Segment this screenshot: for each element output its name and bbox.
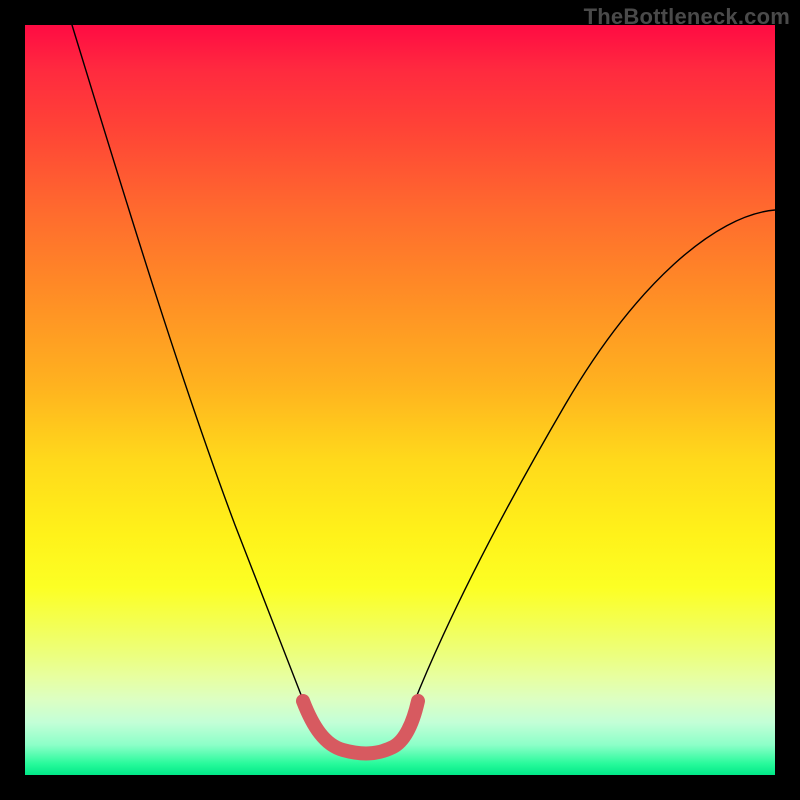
curve-left-branch: [72, 25, 305, 705]
curve-valley-highlight: [303, 701, 418, 753]
curve-right-branch: [413, 210, 775, 705]
plot-area: [25, 25, 775, 775]
chart-stage: TheBottleneck.com: [0, 0, 800, 800]
bottleneck-curve-svg: [25, 25, 775, 775]
